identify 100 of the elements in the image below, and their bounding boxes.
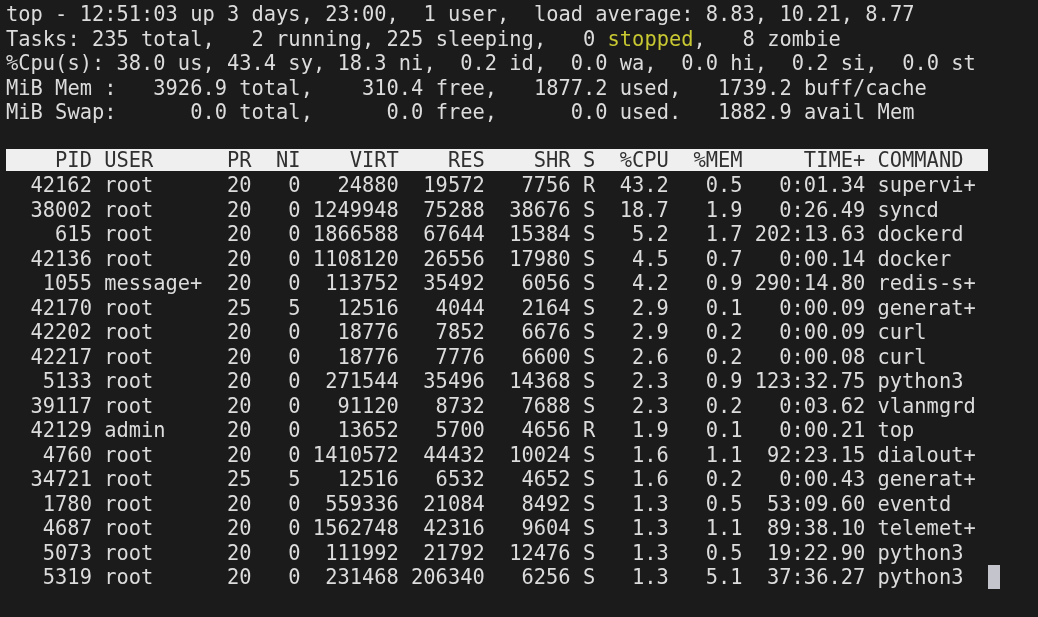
table-cell-text: 20 [225, 222, 252, 247]
table-cell-text: 12516 [336, 467, 399, 492]
table-cell-text: 18.7 [618, 197, 669, 222]
table-cell-text: 0:00.08 [778, 344, 866, 369]
table-cell-text: 20 [225, 173, 252, 198]
table-cell-text: 1.7 [704, 222, 743, 247]
table-cell-text: 0.7 [704, 246, 743, 271]
table-cell-text: 8732 [434, 393, 485, 418]
table-cell-text: 42162 [29, 173, 92, 198]
table-cell-text: 0 [287, 369, 301, 394]
column-header: PID [6, 149, 92, 171]
table-cell-text: 0 [287, 197, 301, 222]
table-cell-text: S [581, 540, 596, 565]
table-cell-text: 21084 [422, 491, 485, 516]
table-cell-text: 202:13.63 [753, 222, 866, 247]
table-cell-text: 6056 [520, 271, 571, 296]
table-cell-text: 1.1 [704, 442, 743, 467]
table-cell-text: 4687 [41, 516, 92, 541]
table-cell-text: 20 [225, 197, 252, 222]
table-cell-text: 24880 [336, 173, 399, 198]
table-cell-text: S [581, 393, 596, 418]
table-cell-text: 10024 [508, 442, 571, 467]
table-cell-text: S [581, 491, 596, 516]
table-cell-text: 19:22.90 [766, 540, 866, 565]
table-cell-text: 35492 [422, 271, 485, 296]
table-cell-text: 0.2 [704, 393, 743, 418]
column-header: %MEM [668, 149, 743, 171]
table-cell-text: 1.9 [631, 418, 669, 443]
table-cell-text: 15384 [508, 222, 571, 247]
column-header: TIME+ [742, 149, 866, 171]
table-cell-text: S [581, 467, 596, 492]
table-cell-text: 0 [287, 271, 301, 296]
table-cell-text: 44432 [422, 442, 485, 467]
column-header: SHR [484, 149, 571, 171]
table-cell-text: 0.5 [704, 173, 743, 198]
table-cell-text: 20 [225, 565, 252, 590]
table-cell-text: 6676 [520, 320, 571, 345]
table-cell-text: root [103, 295, 155, 320]
table-cell-text: 0.2 [704, 344, 743, 369]
table-cell-text: 0 [287, 540, 301, 565]
table-cell-text: root [103, 344, 155, 369]
table-cell-text: S [581, 320, 596, 345]
table-cell-text: 89:38.10 [766, 516, 866, 541]
table-cell-text: 1562748 [311, 516, 399, 541]
table-cell-text: 5073 [41, 540, 92, 565]
table-cell-text: 5 [287, 467, 301, 492]
table-cell-text: root [103, 565, 155, 590]
table-cell-text: S [581, 344, 596, 369]
table-cell-text: 20 [225, 320, 252, 345]
table-cell-text: 2.3 [631, 369, 669, 394]
table-cell-text: 1.3 [631, 516, 669, 541]
table-cell-text: 37:36.27 [766, 565, 866, 590]
table-cell-text: 0:03.62 [778, 393, 866, 418]
table-cell-text: S [581, 246, 596, 271]
table-cell-text: 25 [225, 295, 252, 320]
table-cell-text: 0.5 [704, 491, 743, 516]
table-cell-text: 0:00.43 [778, 467, 866, 492]
table-cell-text: 20 [225, 418, 252, 443]
table-cell-text: 0 [287, 565, 301, 590]
table-cell-text: 615 [54, 222, 92, 247]
table-cell-text: 53:09.60 [766, 491, 866, 516]
table-cell-text: 206340 [410, 565, 485, 590]
table-cell-text: 4.5 [631, 246, 669, 271]
table-cell-text: 2.9 [631, 295, 669, 320]
table-cell-text: 5319 [41, 565, 92, 590]
table-cell-text: root [103, 540, 155, 565]
table-cell-text: message+ [103, 271, 203, 296]
table-cell-text: root [103, 320, 155, 345]
table-cell-text: 34721 [29, 467, 92, 492]
table-cell-text: 8492 [520, 491, 571, 516]
table-cell-text: 0 [287, 418, 301, 443]
table-cell-text: 26556 [422, 246, 485, 271]
table-cell-text: 0:26.49 [778, 197, 866, 222]
table-cell-text: 0.2 [704, 320, 743, 345]
table-cell-text: 13652 [336, 418, 399, 443]
terminal-cursor [988, 564, 1001, 589]
table-cell-text: 18776 [336, 320, 399, 345]
table-cell-text: R [581, 173, 596, 198]
table-cell-text: 20 [225, 369, 252, 394]
table-cell-text: 20 [225, 491, 252, 516]
table-cell-text: 2164 [520, 295, 571, 320]
table-cell-text: root [103, 516, 155, 541]
table-cell-text: 39117 [29, 393, 92, 418]
table-cell-text: 0 [287, 222, 301, 247]
table-cell-text: 42129 [29, 418, 92, 443]
table-cell-text: root [103, 442, 155, 467]
table-cell-text: 20 [225, 442, 252, 467]
table-cell-text: 1.3 [631, 565, 669, 590]
table-cell-text: 20 [225, 540, 252, 565]
summary-line: Tasks: 235 total, 2 running, 225 sleeping, 0 stopped, 8 zombie [6, 26, 841, 51]
table-cell-text: 2.3 [631, 393, 669, 418]
column-header: RES [398, 149, 485, 171]
table-cell-text: root [103, 246, 155, 271]
table-cell-text: redis-s+ [876, 271, 977, 296]
table-cell-text: root [103, 467, 155, 492]
table-cell-text: 0 [287, 491, 301, 516]
table-cell-text: 4.2 [631, 271, 669, 296]
summary-line: MiB Mem : 3926.9 total, 310.4 free, 1877.2 used, 1739.2 buff/cache [6, 75, 927, 100]
table-cell-text: curl [876, 344, 928, 369]
table-cell-text: 0:00.14 [778, 246, 866, 271]
